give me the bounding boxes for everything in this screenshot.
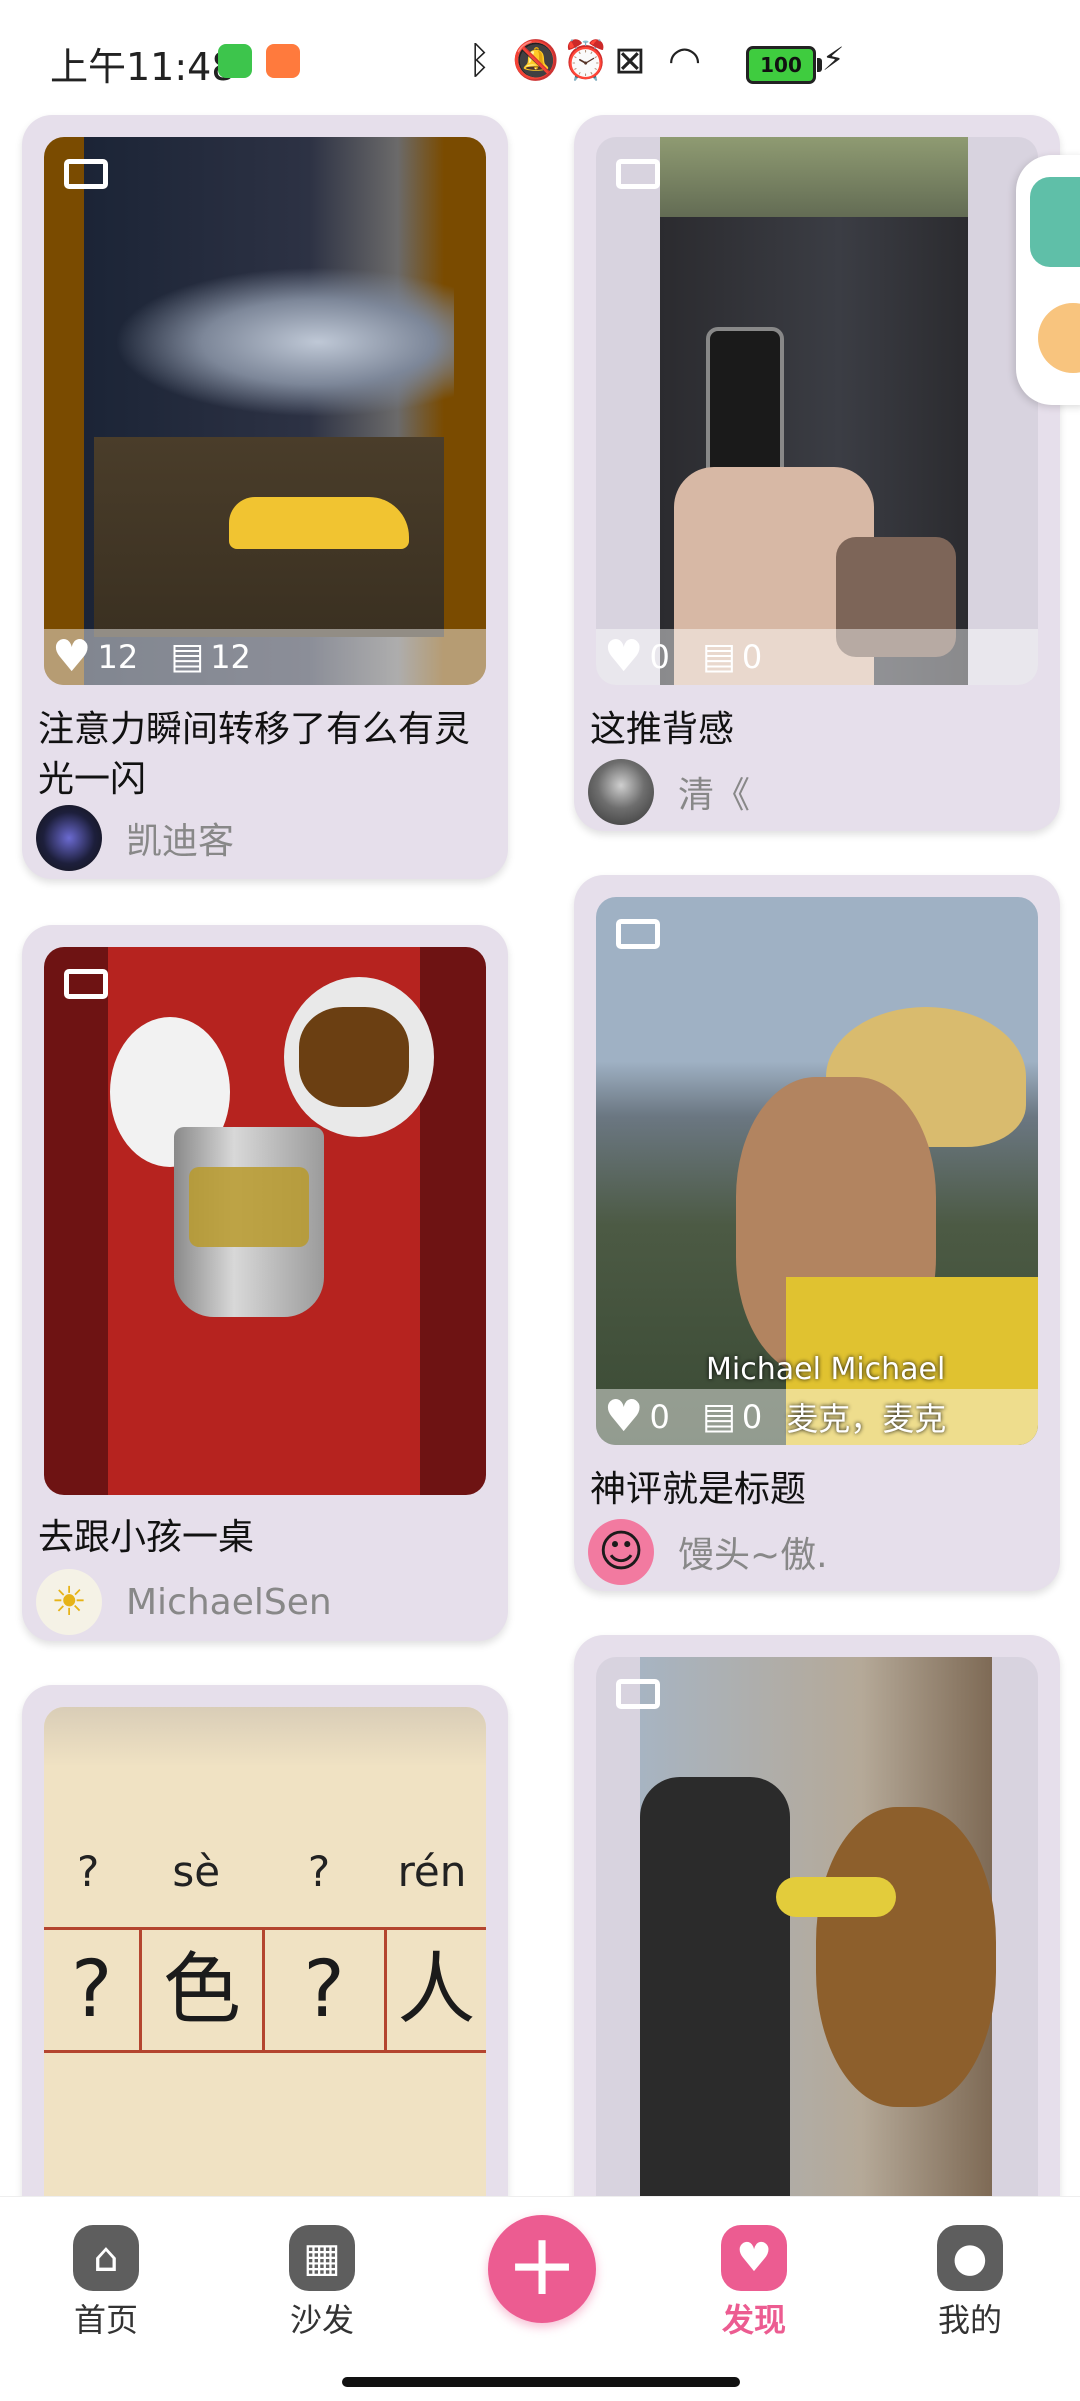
author-name: 凯迪客	[126, 821, 235, 862]
stats-bar: ♥ 12 ▤ 12	[44, 629, 486, 685]
comment-count: 0	[741, 638, 763, 676]
grid-icon: ▦	[289, 2225, 355, 2291]
character-cell: 人	[397, 1945, 476, 2035]
comment-count: 0	[741, 1398, 763, 1436]
author-name: 馒头~傲.	[678, 1535, 828, 1576]
floating-widget[interactable]	[1016, 155, 1080, 405]
video-thumbnail[interactable]: ♥ 0 ▤ 0	[596, 137, 1038, 685]
heart-icon: ♥	[604, 631, 644, 682]
comment-icon: ▤	[701, 636, 736, 677]
post-author[interactable]: ☺ 馒头~傲.	[588, 1519, 828, 1585]
character-cell: ?	[44, 1930, 143, 2050]
video-thumbnail[interactable]	[596, 1657, 1038, 2227]
app-notification-icon	[218, 44, 252, 78]
status-bar: 上午11:48 ᛒ 🔕 ⏰ ⊠ ◠ 100 ⚡	[0, 0, 1080, 110]
post-title: 去跟小孩一桌	[38, 1517, 255, 1558]
post-author[interactable]: ☀ MichaelSen	[36, 1569, 332, 1635]
battery-icon: 100	[746, 46, 822, 84]
pinyin-row: ? sè ? rén	[44, 1847, 486, 1917]
feed-card[interactable]	[574, 1635, 1060, 2245]
author-name: MichaelSen	[126, 1581, 332, 1623]
nav-home[interactable]: ⌂ 首页	[46, 2225, 166, 2341]
floating-app-icon[interactable]	[1030, 177, 1080, 267]
avatar: ☺	[588, 1519, 654, 1585]
heart-icon: ♥	[52, 631, 92, 682]
character-cell: 色	[142, 1930, 265, 2050]
like-count: 0	[649, 1398, 670, 1436]
video-thumbnail[interactable]: Michael Michael ♥ 0 ▤ 0 麦克，麦克	[596, 897, 1038, 1445]
avatar	[588, 759, 654, 825]
home-indicator[interactable]	[342, 2377, 740, 2387]
post-author[interactable]: 清《	[588, 759, 750, 825]
wifi-icon: ◠	[668, 38, 702, 82]
alarm-icon: ⏰	[562, 38, 610, 82]
nav-mine[interactable]: ● 我的	[910, 2225, 1030, 2341]
like-count: 12	[97, 638, 139, 676]
pinyin-label: ?	[77, 1847, 100, 1896]
bottom-nav: ⌂ 首页 ▦ 沙发 + ♥ 发现 ● 我的	[0, 2196, 1080, 2401]
author-name: 清《	[678, 775, 751, 816]
like-count: 0	[649, 638, 670, 676]
post-title: 这推背感	[590, 709, 735, 750]
plus-icon: +	[505, 2215, 579, 2315]
pinyin-label: rén	[397, 1847, 467, 1896]
video-badge-icon	[616, 1679, 660, 1709]
video-badge-icon	[616, 919, 660, 949]
charging-icon: ⚡	[822, 40, 845, 78]
post-title: 注意力瞬间转移了有么有灵光一闪	[38, 709, 471, 800]
video-thumbnail[interactable]: ♥ 12 ▤ 12	[44, 137, 486, 685]
heart-icon: ♥	[721, 2225, 787, 2291]
video-caption: Michael Michael	[706, 1352, 946, 1387]
status-time: 上午11:48	[50, 45, 236, 89]
create-post-button[interactable]: +	[488, 2215, 596, 2323]
video-badge-icon	[64, 969, 108, 999]
stats-bar: ♥ 0 ▤ 0 麦克，麦克	[596, 1389, 1038, 1445]
character-grid: ? 色 ? 人	[44, 1927, 486, 2053]
feed-card[interactable]: ♥ 12 ▤ 12 注意力瞬间转移了有么有灵光一闪 凯迪客	[22, 115, 508, 879]
post-title: 神评就是标题	[590, 1469, 807, 1510]
video-caption: 麦克，麦克	[786, 1400, 947, 1438]
comment-icon: ▤	[701, 1396, 736, 1437]
nav-sofa[interactable]: ▦ 沙发	[262, 2225, 382, 2341]
feed-card[interactable]: Michael Michael ♥ 0 ▤ 0 麦克，麦克 神评就是标题 ☺ 馒头~…	[574, 875, 1060, 1591]
pinyin-label: ?	[307, 1847, 331, 1896]
mute-icon: 🔕	[512, 38, 560, 82]
home-icon: ⌂	[73, 2225, 139, 2291]
video-badge-icon	[64, 159, 108, 189]
feed-card[interactable]: ? sè ? rén ? 色 ? 人	[22, 1685, 508, 2245]
image-thumbnail[interactable]: ? sè ? rén ? 色 ? 人	[44, 1707, 486, 2227]
comment-icon: ▤	[170, 636, 205, 677]
post-author[interactable]: 凯迪客	[36, 805, 234, 871]
bluetooth-icon: ᛒ	[468, 38, 491, 82]
screen-icon: ⊠	[614, 38, 646, 82]
nav-discover[interactable]: ♥ 发现	[694, 2225, 814, 2341]
comment-count: 12	[210, 638, 251, 676]
pinyin-label: sè	[172, 1847, 221, 1896]
floating-app-icon[interactable]	[1038, 303, 1080, 373]
stats-bar: ♥ 0 ▤ 0	[596, 629, 1038, 685]
heart-icon: ♥	[604, 1391, 644, 1442]
character-cell: ?	[265, 1930, 387, 2050]
feed-card[interactable]: 去跟小孩一桌 ☀ MichaelSen	[22, 925, 508, 1641]
video-thumbnail[interactable]	[44, 947, 486, 1495]
avatar: ☀	[36, 1569, 102, 1635]
video-badge-icon	[616, 159, 660, 189]
feed-card[interactable]: ♥ 0 ▤ 0 这推背感 清《	[574, 115, 1060, 831]
user-icon: ●	[937, 2225, 1003, 2291]
app-notification-icon	[266, 44, 300, 78]
avatar	[36, 805, 102, 871]
